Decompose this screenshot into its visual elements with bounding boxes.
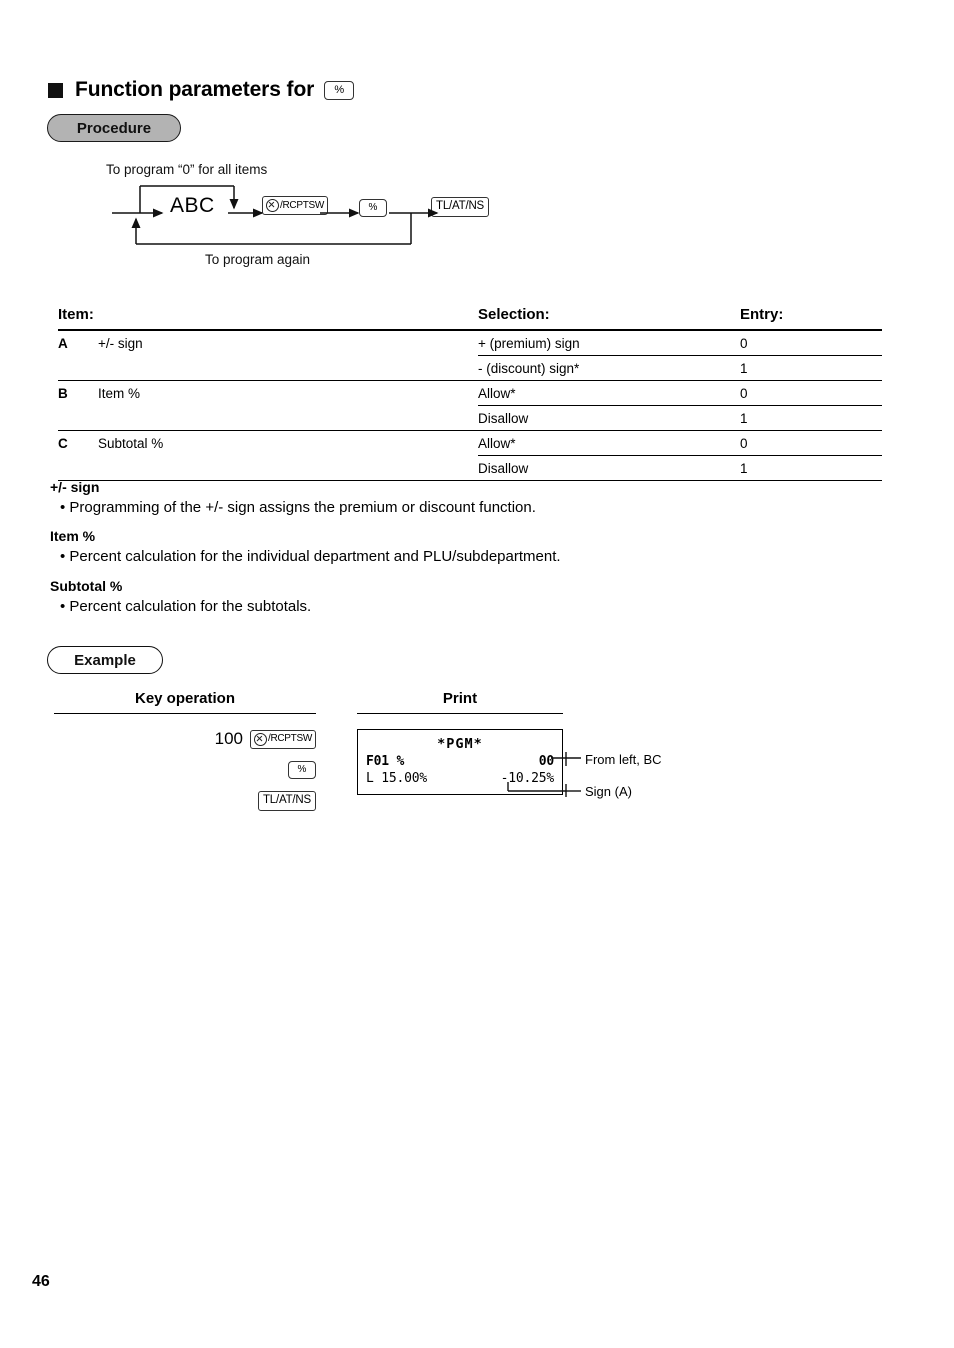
table-row: B Item % Allow* 0: [58, 380, 882, 431]
description-body: • Percent calculation for the individual…: [60, 548, 561, 565]
row-letter: C: [58, 430, 98, 481]
flow-key-percent-label: %: [368, 202, 378, 213]
row-item: Subtotal %: [98, 430, 478, 481]
flow-key-total-label: TL/AT/NS: [436, 200, 485, 212]
key-operation-row: %: [54, 759, 316, 781]
example-badge-label: Example: [74, 651, 136, 669]
row-item: +/- sign: [98, 329, 478, 381]
key-percent-icon: %: [288, 761, 316, 779]
key-rcptsw-icon: /RCPTSW: [249, 729, 316, 749]
row-entry: 0: [740, 380, 882, 406]
receipt-title: *PGM*: [437, 736, 483, 752]
procedure-badge: Procedure: [47, 114, 181, 142]
page-title: Function parameters for %: [48, 78, 355, 102]
description-title: Item %: [50, 528, 96, 544]
row-item: Item %: [98, 380, 478, 431]
section-marker-icon: [48, 82, 63, 98]
row-selection: Disallow: [478, 455, 740, 481]
key-operation-number: 100: [214, 729, 243, 748]
table-row: A +/- sign + (premium) sign 0: [58, 329, 882, 381]
row-entry: 0: [740, 430, 882, 456]
flow-node-abc: ABC: [170, 194, 215, 217]
procedure-badge-label: Procedure: [76, 119, 152, 137]
table-row: C Subtotal % Allow* 0: [58, 430, 882, 481]
flow-key-rcptsw-label: /RCPTSW: [280, 199, 325, 211]
description-item-percent: Item % • Percent calculation for the ind…: [50, 528, 850, 579]
description-body: • Programming of the +/- sign assigns th…: [60, 499, 536, 516]
flow-caption-top: To program “0” for all items: [106, 162, 268, 177]
row-letter: A: [58, 329, 98, 381]
procedure-flow-diagram: To program “0” for all items To program …: [100, 160, 530, 280]
row-selection: + (premium) sign: [478, 329, 740, 356]
parameters-table-body: A +/- sign + (premium) sign 0 - (discoun…: [58, 329, 882, 481]
description-subtotal-percent: Subtotal % • Percent calculation for the…: [50, 578, 850, 629]
percent-key-icon: %: [324, 80, 355, 100]
row-letter: B: [58, 380, 98, 431]
row-entry: 1: [740, 355, 882, 381]
row-selection: Allow*: [478, 430, 740, 456]
parameters-table: Item: Selection: Entry: A +/- sign + (pr…: [58, 306, 882, 481]
header-selection: Selection:: [478, 306, 740, 331]
row-entry: 1: [740, 455, 882, 481]
circle-x-icon: [253, 732, 267, 746]
print-receipt: *PGM* F01 % 00 L 15.00% -10.25%: [357, 729, 563, 795]
receipt-line-2-right: -10.25%: [500, 771, 555, 786]
key-operation-row: 100 /RCPTSW: [54, 728, 316, 750]
row-selection: Disallow: [478, 405, 740, 431]
table-header-row: Item: Selection: Entry:: [58, 306, 882, 331]
key-operation-list: 100 /RCPTSW % TL/AT/NS: [54, 728, 316, 821]
flow-key-total: TL/AT/NS: [431, 196, 490, 217]
row-selection: Allow*: [478, 380, 740, 406]
flow-key-rcptsw: /RCPTSW: [262, 196, 329, 217]
description-plus-minus-sign: +/- sign • Programming of the +/- sign a…: [50, 479, 850, 530]
percent-key-label: %: [334, 83, 345, 96]
key-percent-label: %: [297, 764, 307, 775]
key-total-label: TL/AT/NS: [262, 794, 311, 807]
receipt-line-1-left: F01 %: [366, 754, 405, 769]
key-operation-row: TL/AT/NS: [54, 790, 316, 812]
page-title-text: Function parameters for: [75, 78, 315, 101]
flow-key-percent: %: [359, 197, 387, 217]
annotation-sign-a: Sign (A): [585, 784, 632, 799]
description-title: +/- sign: [50, 479, 100, 495]
key-total-icon: TL/AT/NS: [257, 791, 316, 811]
circle-x-icon: [266, 199, 279, 212]
header-item: Item:: [58, 306, 98, 331]
receipt-line-1-right: 00: [538, 754, 554, 769]
description-body: • Percent calculation for the subtotals.: [60, 598, 312, 615]
receipt-line-2-left: L 15.00%: [366, 771, 428, 786]
annotation-from-left-bc: From left, BC: [585, 752, 662, 767]
key-rcptsw-label: /RCPTSW: [267, 733, 312, 744]
description-title: Subtotal %: [50, 578, 123, 594]
receipt-line-2: L 15.00% -10.25%: [358, 771, 562, 786]
flow-caption-bottom: To program again: [205, 252, 311, 267]
example-badge: Example: [47, 646, 163, 674]
header-entry: Entry:: [740, 306, 882, 331]
print-column-header: Print: [357, 690, 563, 714]
receipt-line-1: F01 % 00: [358, 754, 562, 769]
key-operation-column-header: Key operation: [54, 690, 316, 714]
row-entry: 0: [740, 329, 882, 356]
row-selection: - (discount) sign*: [478, 355, 740, 381]
row-entry: 1: [740, 405, 882, 431]
page-number: 46: [32, 1273, 50, 1290]
header-item-spacer: [98, 306, 478, 331]
